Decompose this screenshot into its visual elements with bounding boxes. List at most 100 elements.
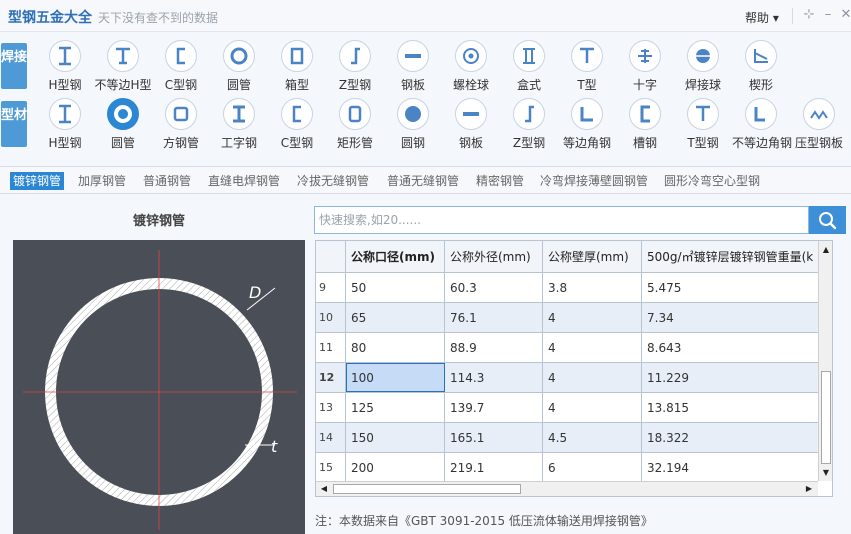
table-cell[interactable]: 76.1 [445, 303, 543, 332]
close-icon[interactable]: ✕ [838, 7, 851, 23]
subtab[interactable]: 镀锌钢管 [10, 172, 65, 190]
table-row[interactable]: 14 150 165.1 4.5 18.322 [316, 423, 818, 453]
table-cell[interactable]: 114.3 [445, 363, 543, 392]
table-cell[interactable]: 165.1 [445, 423, 543, 452]
table-cell[interactable]: 5.475 [642, 273, 818, 302]
table-cell[interactable]: 125 [346, 393, 445, 422]
tool-label: 焊接球 [684, 78, 721, 92]
table-cell[interactable]: 139.7 [445, 393, 543, 422]
tool-label: Z型钢 [338, 78, 372, 92]
table-cell[interactable]: 32.194 [642, 453, 818, 482]
tool-wedge[interactable]: 楔形 [732, 38, 790, 94]
table-row[interactable]: 9 50 60.3 3.8 5.475 [316, 273, 818, 303]
tool-label: 十字 [632, 78, 657, 92]
column-header[interactable]: 公称外径(mm) [445, 241, 543, 272]
tool-box-type[interactable]: 盒式 [500, 38, 558, 94]
horizontal-scroll-thumb[interactable] [333, 484, 521, 494]
table-header: 公称口径(mm) 公称外径(mm) 公称壁厚(mm) 500g/㎡镀锌层镀锌钢管… [316, 241, 818, 273]
subtab[interactable]: 圆形冷弯空心型钢 [662, 172, 762, 190]
scroll-left-icon[interactable]: ◀ [318, 483, 330, 495]
tool-corrugated-plate[interactable]: 压型钢板 [790, 96, 848, 152]
table-cell[interactable]: 150 [346, 423, 445, 452]
table-cell[interactable]: 3.8 [543, 273, 642, 302]
subtab[interactable]: 普通无缝钢管 [385, 172, 461, 190]
tool-c-channel[interactable]: C型钢 [152, 38, 210, 94]
subtab[interactable]: 加厚钢管 [76, 172, 128, 190]
tool-plate[interactable]: 钢板 [442, 96, 500, 152]
table-cell[interactable]: 4.5 [543, 423, 642, 452]
tool-i-beam[interactable]: 工字钢 [210, 96, 268, 152]
tool-t-section[interactable]: T型钢 [674, 96, 732, 152]
vertical-scrollbar[interactable]: ▲ ▼ [818, 241, 832, 481]
table-cell[interactable]: 100 [346, 363, 445, 392]
tool-plate[interactable]: 钢板 [384, 38, 442, 94]
subtab[interactable]: 冷拔无缝钢管 [295, 172, 371, 190]
search-button[interactable] [809, 206, 846, 234]
tool-c-channel[interactable]: C型钢 [268, 96, 326, 152]
table-cell[interactable]: 8.643 [642, 333, 818, 362]
search-icon [819, 212, 837, 230]
table-cell[interactable]: 7.34 [642, 303, 818, 332]
tool-box-section[interactable]: 箱型 [268, 38, 326, 94]
minimize-icon[interactable]: – [820, 7, 836, 23]
subtab[interactable]: 直缝电焊钢管 [206, 172, 282, 190]
plate-icon [455, 98, 487, 130]
table-row[interactable]: 10 65 76.1 4 7.34 [316, 303, 818, 333]
table-cell[interactable]: 65 [346, 303, 445, 332]
table-cell[interactable]: 200 [346, 453, 445, 482]
table-cell[interactable]: 219.1 [445, 453, 543, 482]
tool-z-section[interactable]: Z型钢 [500, 96, 558, 152]
tool-equal-angle[interactable]: 等边角钢 [558, 96, 616, 152]
table-cell[interactable]: 50 [346, 273, 445, 302]
table-cell[interactable]: 6 [543, 453, 642, 482]
subtab[interactable]: 精密钢管 [474, 172, 526, 190]
c-channel-icon [281, 98, 313, 130]
table-row[interactable]: 12 100 114.3 4 11.229 [316, 363, 818, 393]
vertical-scroll-thumb[interactable] [821, 371, 831, 464]
table-cell[interactable]: 11.229 [642, 363, 818, 392]
table-cell[interactable]: 4 [543, 333, 642, 362]
column-header[interactable]: 公称口径(mm) [346, 241, 445, 272]
tool-cross-section[interactable]: 十字 [616, 38, 674, 94]
tool-round-tube[interactable]: 圆管 [94, 96, 152, 152]
table-cell[interactable]: 13.815 [642, 393, 818, 422]
subtab[interactable]: 普通钢管 [141, 172, 193, 190]
tool-label: 钢板 [400, 78, 425, 92]
table-cell[interactable]: 4 [543, 303, 642, 332]
column-header[interactable]: 公称壁厚(mm) [543, 241, 642, 272]
tool-unequal-angle[interactable]: 不等边角钢 [732, 96, 792, 152]
pin-icon[interactable]: ⊹ [801, 7, 817, 23]
table-row[interactable]: 11 80 88.9 4 8.643 [316, 333, 818, 363]
table-cell[interactable]: 4 [543, 393, 642, 422]
tool-t-beam[interactable]: 不等边H型 [94, 38, 152, 94]
tool-label: C型钢 [280, 136, 314, 150]
tool-round-tube[interactable]: 圆管 [210, 38, 268, 94]
search-input[interactable] [314, 206, 809, 234]
table-cell[interactable]: 18.322 [642, 423, 818, 452]
tool-h-beam[interactable]: H型钢 [36, 38, 94, 94]
subtab[interactable]: 冷弯焊接薄壁圆钢管 [538, 172, 650, 190]
tool-h-beam[interactable]: H型钢 [36, 96, 94, 152]
horizontal-scrollbar[interactable]: ◀ ▶ [316, 481, 818, 496]
table-row[interactable]: 15 200 219.1 6 32.194 [316, 453, 818, 483]
table-cell[interactable]: 4 [543, 363, 642, 392]
tool-square-tube[interactable]: 方钢管 [152, 96, 210, 152]
help-menu-button[interactable]: 帮助 ▾ [745, 9, 779, 26]
tool-rect-tube[interactable]: 矩形管 [326, 96, 384, 152]
column-header[interactable]: 500g/㎡镀锌层镀锌钢管重量(k [642, 241, 818, 272]
tool-bolt-ball[interactable]: 螺栓球 [442, 38, 500, 94]
tool-label: 矩形管 [336, 136, 373, 150]
table-cell[interactable]: 88.9 [445, 333, 543, 362]
table-cell[interactable]: 60.3 [445, 273, 543, 302]
t-section-icon [687, 98, 719, 130]
tool-z-section[interactable]: Z型钢 [326, 38, 384, 94]
tool-channel[interactable]: 槽钢 [616, 96, 674, 152]
scroll-right-icon[interactable]: ▶ [803, 483, 815, 495]
table-cell[interactable]: 80 [346, 333, 445, 362]
scroll-down-icon[interactable]: ▼ [820, 467, 832, 479]
table-row[interactable]: 13 125 139.7 4 13.815 [316, 393, 818, 423]
tool-round-bar[interactable]: 圆钢 [384, 96, 442, 152]
scroll-up-icon[interactable]: ▲ [820, 244, 832, 256]
tool-t-section[interactable]: T型 [558, 38, 616, 94]
tool-welded-ball[interactable]: 焊接球 [674, 38, 732, 94]
